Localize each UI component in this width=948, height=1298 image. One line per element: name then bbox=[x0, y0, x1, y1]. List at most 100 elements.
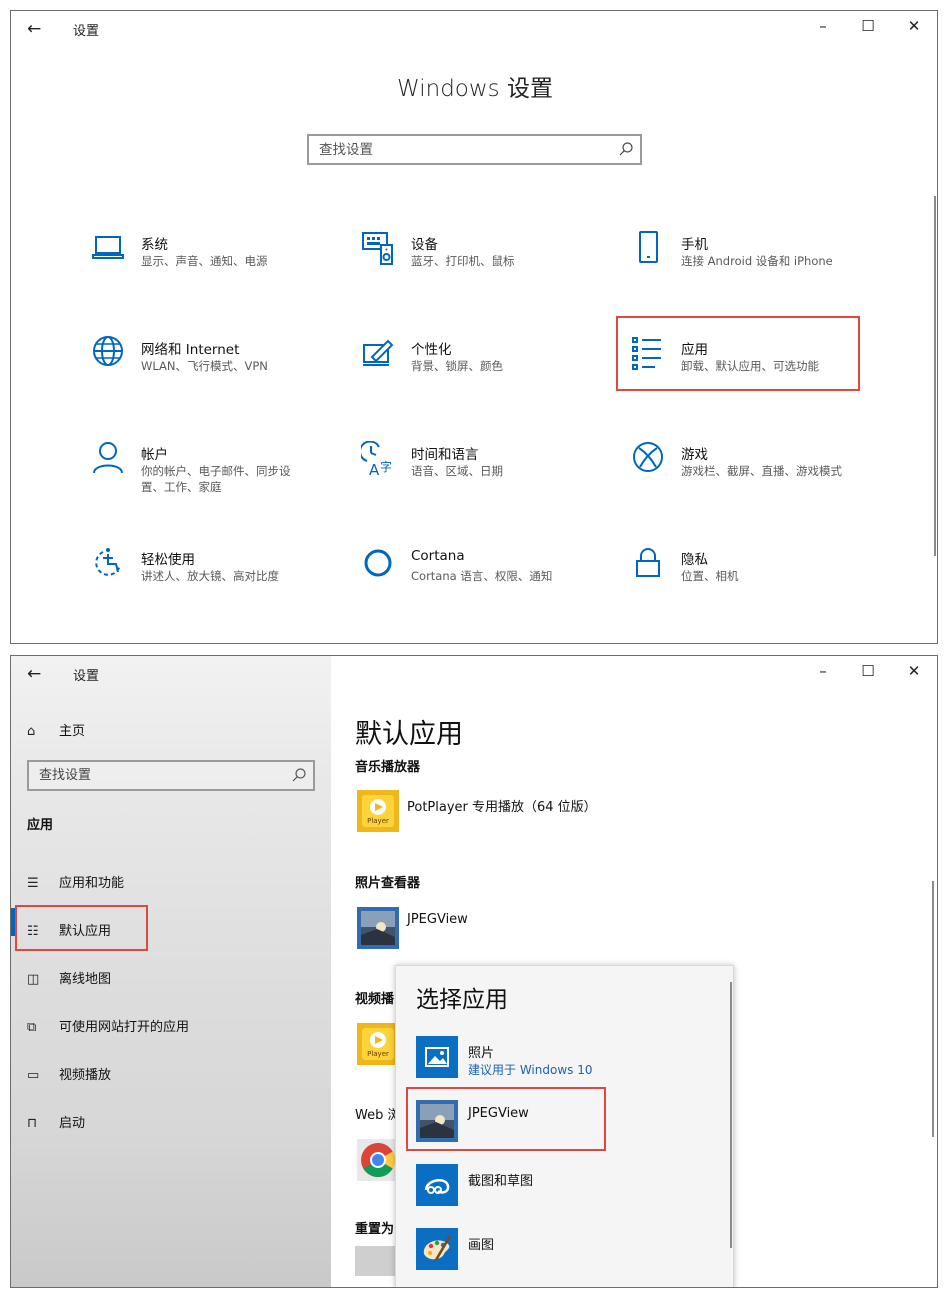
popup-item-name: 截图和草图 bbox=[468, 1174, 534, 1189]
close-button[interactable]: ✕ bbox=[899, 17, 929, 35]
scrollbar[interactable] bbox=[932, 881, 934, 1137]
paint-icon bbox=[416, 1228, 458, 1270]
phone-icon bbox=[639, 231, 658, 263]
tile-name: 时间和语言 bbox=[411, 447, 479, 463]
tile-devices[interactable]: 设备 蓝牙、打印机、鼠标 bbox=[361, 231, 611, 301]
potplayer-icon[interactable]: Player bbox=[357, 790, 399, 832]
photo-app-name[interactable]: JPEGView bbox=[407, 912, 468, 927]
minimize-button[interactable]: – bbox=[808, 662, 838, 680]
back-arrow-icon[interactable]: ← bbox=[27, 19, 41, 39]
cortana-icon bbox=[364, 549, 392, 577]
maximize-button[interactable]: ☐ bbox=[853, 662, 883, 680]
sidebar-item-label: 主页 bbox=[59, 724, 86, 739]
web-browser-label: Web 浏 bbox=[355, 1108, 401, 1123]
tile-name: Cortana bbox=[411, 548, 465, 564]
tile-name: 帐户 bbox=[141, 447, 168, 463]
svg-text:A: A bbox=[369, 461, 380, 477]
tile-ease-of-access[interactable]: 轻松使用 讲述人、放大镜、高对比度 bbox=[91, 546, 341, 616]
popup-item-paint[interactable]: 画图 bbox=[416, 1228, 716, 1276]
tile-description: 讲述人、放大镜、高对比度 bbox=[141, 569, 279, 583]
tile-name: 设备 bbox=[411, 237, 438, 253]
minimize-button[interactable]: – bbox=[808, 17, 838, 35]
popup-title: 选择应用 bbox=[416, 987, 508, 1013]
open-website-icon: ⧉ bbox=[27, 1020, 37, 1035]
reset-label: 重置为 bbox=[355, 1222, 395, 1237]
back-arrow-icon[interactable]: ← bbox=[27, 664, 41, 684]
default-apps-highlight-box bbox=[15, 905, 148, 951]
svg-text:Player: Player bbox=[367, 1050, 389, 1058]
potplayer-icon[interactable]: Player bbox=[357, 1023, 399, 1065]
sidebar-item-apps-for-websites[interactable]: ⧉ 可使用网站打开的应用 bbox=[27, 1016, 189, 1035]
globe-icon bbox=[93, 336, 123, 366]
sidebar-search-box[interactable] bbox=[27, 760, 315, 791]
popup-item-snip-sketch[interactable]: 截图和草图 bbox=[416, 1164, 716, 1212]
page-title: 默认应用 bbox=[355, 719, 463, 750]
default-apps-window: ← 设置 ⌂主页 应用 ☰应用和功能 ☷默认应用 ◫离线地图 ⧉可使用网站打开的… bbox=[10, 655, 938, 1288]
scrollbar[interactable] bbox=[934, 196, 936, 556]
popup-item-name: 照片 bbox=[468, 1046, 495, 1061]
tile-gaming[interactable]: 游戏 游戏栏、截屏、直播、游戏模式 bbox=[631, 441, 881, 511]
popup-item-recommendation: 建议用于 Windows 10 bbox=[468, 1063, 593, 1077]
laptop-icon bbox=[92, 236, 124, 259]
tile-name: 个性化 bbox=[411, 342, 452, 358]
search-icon[interactable] bbox=[618, 141, 634, 157]
maximize-button[interactable]: ☐ bbox=[853, 17, 883, 35]
tile-phone[interactable]: 手机 连接 Android 设备和 iPhone bbox=[631, 231, 881, 301]
paint-tablet-icon bbox=[363, 339, 394, 366]
jpegview-highlight-box bbox=[406, 1087, 606, 1151]
tile-cortana[interactable]: Cortana Cortana 语言、权限、通知 bbox=[361, 546, 611, 616]
tile-system[interactable]: 系统 显示、声音、通知、电源 bbox=[91, 231, 341, 301]
home-icon: ⌂ bbox=[27, 724, 36, 739]
tile-description: Cortana 语言、权限、通知 bbox=[411, 569, 553, 583]
tile-personalization[interactable]: 个性化 背景、锁屏、颜色 bbox=[361, 336, 611, 406]
popup-item-photos[interactable]: 照片 建议用于 Windows 10 bbox=[416, 1036, 716, 1084]
svg-text:Player: Player bbox=[367, 817, 389, 825]
popup-item-name: 画图 bbox=[468, 1238, 495, 1253]
sidebar-item-apps-features[interactable]: ☰ 应用和功能 bbox=[27, 872, 124, 891]
startup-icon: ⊓ bbox=[27, 1116, 38, 1131]
sidebar-item-label: 应用和功能 bbox=[59, 876, 125, 891]
tile-network[interactable]: 网络和 Internet WLAN、飞行模式、VPN bbox=[91, 336, 341, 406]
chrome-icon[interactable] bbox=[357, 1139, 399, 1181]
sidebar-item-label: 可使用网站打开的应用 bbox=[59, 1020, 190, 1035]
sidebar-item-label: 视频播放 bbox=[59, 1068, 112, 1083]
tile-privacy[interactable]: 隐私 位置、相机 bbox=[631, 546, 881, 616]
music-app-name[interactable]: PotPlayer 专用播放（64 位版） bbox=[407, 796, 597, 815]
tile-name: 网络和 Internet bbox=[141, 342, 240, 358]
page-title: Windows 设置 bbox=[397, 76, 553, 102]
tile-description: 你的帐户、电子邮件、同步设置、工作、家庭 bbox=[141, 464, 291, 494]
tile-time-language[interactable]: A 字 时间和语言 语音、区域、日期 bbox=[361, 441, 611, 511]
sidebar-item-offline-maps[interactable]: ◫ 离线地图 bbox=[27, 968, 111, 987]
svg-text:字: 字 bbox=[380, 459, 392, 474]
sidebar: ← 设置 ⌂主页 应用 ☰应用和功能 ☷默认应用 ◫离线地图 ⧉可使用网站打开的… bbox=[11, 656, 331, 1287]
tile-description: 语音、区域、日期 bbox=[411, 464, 503, 478]
sidebar-item-home[interactable]: ⌂ 主页 bbox=[27, 720, 85, 739]
apps-list-icon: ☰ bbox=[27, 876, 39, 891]
settings-search-box[interactable] bbox=[307, 134, 642, 165]
tile-name: 手机 bbox=[681, 237, 708, 253]
video-icon: ▭ bbox=[27, 1068, 40, 1083]
lock-icon bbox=[636, 548, 660, 577]
window-title: 设置 bbox=[73, 669, 100, 684]
tile-name: 系统 bbox=[141, 237, 168, 253]
close-button[interactable]: ✕ bbox=[899, 662, 929, 680]
search-icon[interactable] bbox=[291, 767, 307, 783]
person-icon bbox=[93, 442, 123, 474]
search-input[interactable] bbox=[29, 762, 279, 789]
sidebar-section-heading: 应用 bbox=[27, 818, 54, 833]
search-input[interactable] bbox=[309, 136, 599, 163]
settings-home-window: ← 设置 – ☐ ✕ Windows 设置 系统 显示、声音、通知、电源 设备 … bbox=[10, 10, 938, 644]
jpegview-icon[interactable] bbox=[357, 907, 399, 949]
photo-viewer-label: 照片查看器 bbox=[355, 876, 421, 891]
sidebar-item-startup[interactable]: ⊓ 启动 bbox=[27, 1112, 85, 1131]
tile-description: 蓝牙、打印机、鼠标 bbox=[411, 254, 515, 268]
tile-accounts[interactable]: 帐户 你的帐户、电子邮件、同步设置、工作、家庭 bbox=[91, 441, 341, 511]
map-icon: ◫ bbox=[27, 972, 40, 987]
snip-sketch-icon bbox=[416, 1164, 458, 1206]
tile-description: 游戏栏、截屏、直播、游戏模式 bbox=[681, 464, 842, 478]
video-player-label: 视频播 bbox=[355, 992, 395, 1007]
photos-icon bbox=[416, 1036, 458, 1078]
popup-scrollbar[interactable] bbox=[730, 982, 732, 1248]
tile-name: 游戏 bbox=[681, 447, 708, 463]
sidebar-item-video-playback[interactable]: ▭ 视频播放 bbox=[27, 1064, 111, 1083]
